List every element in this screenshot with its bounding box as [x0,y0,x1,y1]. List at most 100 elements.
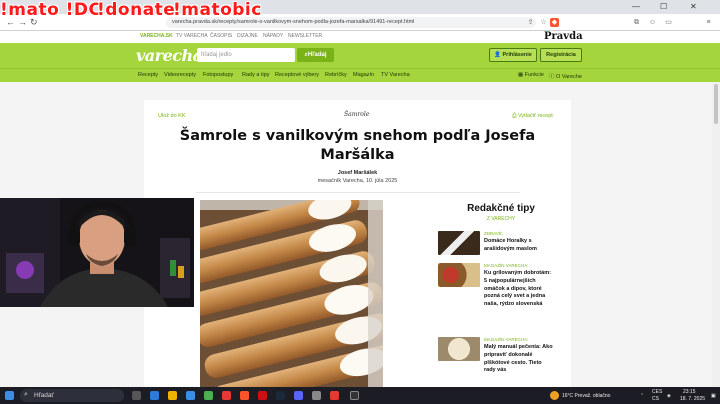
topnav-dizajne[interactable]: DIZAJNE [237,33,258,39]
opera-icon[interactable] [258,391,267,400]
url-input[interactable]: varecha.pravda.sk/recepty/samrole-s-vani… [166,17,536,28]
back-icon[interactable]: ← [6,17,15,27]
network-icon[interactable]: ◈ [667,393,671,399]
wallet-icon[interactable]: ▭ [664,18,673,27]
login-button[interactable]: 👤 Prihlásenie [489,48,537,62]
forward-icon[interactable]: → [18,17,27,27]
cat-rady[interactable]: Rady a tipy [242,72,270,78]
webcam-feed [0,198,194,307]
task-view-icon[interactable] [132,391,141,400]
recipe-article: Ulož do KK Šamrole ⎙ Vytlačiť recept Šam… [144,100,571,404]
steam-icon[interactable] [276,391,285,400]
close-icon[interactable]: ✕ [690,2,697,11]
input-language[interactable]: CES [652,389,662,395]
user-icon: 👤 [494,52,501,58]
funkcie-label: Funkcie [524,72,544,78]
o-varehe-label: O Vareche [556,74,582,80]
site-top-nav: VARECHA.SK TV VARECHA ČASOPIS DIZAJNE NÁ… [0,31,720,43]
cat-vybery[interactable]: Receptové výbery [275,72,319,78]
info-icon: ⓘ [549,74,555,80]
cat-magazin[interactable]: Magazín [353,72,374,78]
browser-address-bar: ← → ↻ varecha.pravda.sk/recepty/samrole-… [0,14,720,31]
topnav-casopis[interactable]: ČASOPIS [210,33,232,39]
edge-icon[interactable] [150,391,159,400]
input-language-2[interactable]: CS [652,396,659,402]
tip-title: Ku grilovaným dobrotám: 5 najpopulárnejš… [484,270,551,308]
profile-icon[interactable]: ☺ [648,18,657,27]
clock-time[interactable]: 23:15 [683,389,696,395]
tip-thumbnail [438,337,480,361]
cat-tv[interactable]: TV Varecha [381,72,410,78]
extensions-icon[interactable]: ⧉ [632,18,641,27]
obs-icon[interactable] [350,391,359,400]
site-header: varecha hľadaj jedlo ⌕Hľadaj 👤 Prihlásen… [0,43,720,68]
scrollbar-thumb[interactable] [714,84,718,124]
app-icon-red-2[interactable] [330,391,339,400]
author-name[interactable]: Josef Maršálek [144,170,571,176]
app-icon-red[interactable] [222,391,231,400]
browser-tab-bar: — ☐ ✕ [0,0,720,14]
print-recipe-link[interactable]: ⎙ Vytlačiť recept [512,113,553,120]
maximize-icon[interactable]: ☐ [660,2,667,11]
minimize-icon[interactable]: — [632,2,640,11]
login-label: Prihlásenie [502,52,532,58]
topnav-varecha[interactable]: VARECHA.SK [140,33,173,39]
tip-title: Malý manuál pečenia: Ako pripraviť dokon… [484,344,553,374]
page-scrollbar[interactable] [712,82,720,387]
search-button-label: Hľadaj [307,52,327,58]
search-button[interactable]: ⌕Hľadaj [297,48,334,62]
tip-tag: MAGAZÍN VARECHA: [484,337,529,342]
notifications-icon[interactable]: ▣ [711,393,716,399]
editorial-tips: Redakčné tipy Z VARECHY ZDRAVÉ: Domáce H… [436,203,566,373]
cream-rolls-image [200,200,383,390]
app-icon-gray[interactable] [312,391,321,400]
publish-date: mesačník Varecha, 10. júla 2025 [317,178,398,184]
sidebar-title: Redakčné tipy [467,203,535,214]
save-to-cookbook-link[interactable]: Ulož do KK [158,113,186,119]
weather-text[interactable]: 16°C Prevaž. oblačno [562,393,610,399]
varecha-logo[interactable]: varecha [136,46,203,65]
store-icon[interactable] [186,391,195,400]
tip-thumbnail [438,263,480,287]
topnav-tv[interactable]: TV VARECHA [176,33,208,39]
menu-icon[interactable]: ≡ [704,18,713,27]
clock-date[interactable]: 18. 7. 2025 [680,396,705,402]
list-item[interactable]: MAGAZÍN VARECHA: Malý manuál pečenia: Ak… [438,337,566,387]
search-input[interactable]: hľadaj jedlo [197,48,295,62]
share-icon[interactable]: ⇪ [526,18,535,27]
taskbar-search-label: Hľadať [34,392,54,399]
discord-icon[interactable] [294,391,303,400]
list-item[interactable]: MAGAZÍN VARECHA: Ku grilovaným dobrotám:… [438,263,566,335]
funkcie-link[interactable]: ▦ Funkcie [518,72,544,78]
search-icon: ⌕ [24,391,28,398]
o-varehe-link[interactable]: ⓘ O Vareche [549,72,582,80]
tip-title: Domáce Horalky s arašidovým maslom [484,238,537,252]
tip-tag: ZDRAVÉ: [484,231,504,236]
tray-chevron-icon[interactable]: ⌃ [640,393,644,399]
pravda-logo[interactable]: Pravda [544,31,583,42]
page-title: Šamrole s vanilkovým snehom podľa Josefa… [179,128,536,163]
file-explorer-icon[interactable] [168,391,177,400]
brave-shield-icon[interactable]: ◆ [550,18,559,27]
cat-recepty[interactable]: Recepty [138,72,158,78]
chrome-icon[interactable] [204,391,213,400]
sidebar-subtitle: Z VARECHY [486,216,516,222]
list-item[interactable]: ZDRAVÉ: Domáce Horalky s arašidovým masl… [438,231,566,259]
cat-rebricky[interactable]: Rebríčky [325,72,347,78]
reload-icon[interactable]: ↻ [30,17,38,28]
recipe-photo[interactable] [200,200,383,390]
divider [196,192,520,193]
windows-start-icon[interactable] [5,391,14,400]
print-icon: ⎙ [512,113,517,119]
print-label: Vytlačiť recept [517,113,553,119]
register-button[interactable]: Registrácia [540,48,582,62]
topnav-newsletter[interactable]: NEWSLETTER [288,33,322,39]
streamer-webcam-image [0,198,194,307]
brave-icon[interactable] [240,391,249,400]
taskbar-search[interactable]: Hľadať [20,389,124,402]
bookmark-icon[interactable]: ☆ [539,18,548,27]
cat-videorecepty[interactable]: Videorecepty [164,72,196,78]
topnav-napady[interactable]: NÁPADY [263,33,283,39]
cat-fotopostupy[interactable]: Fotopostupy [203,72,233,78]
grid-icon: ▦ [518,72,524,78]
